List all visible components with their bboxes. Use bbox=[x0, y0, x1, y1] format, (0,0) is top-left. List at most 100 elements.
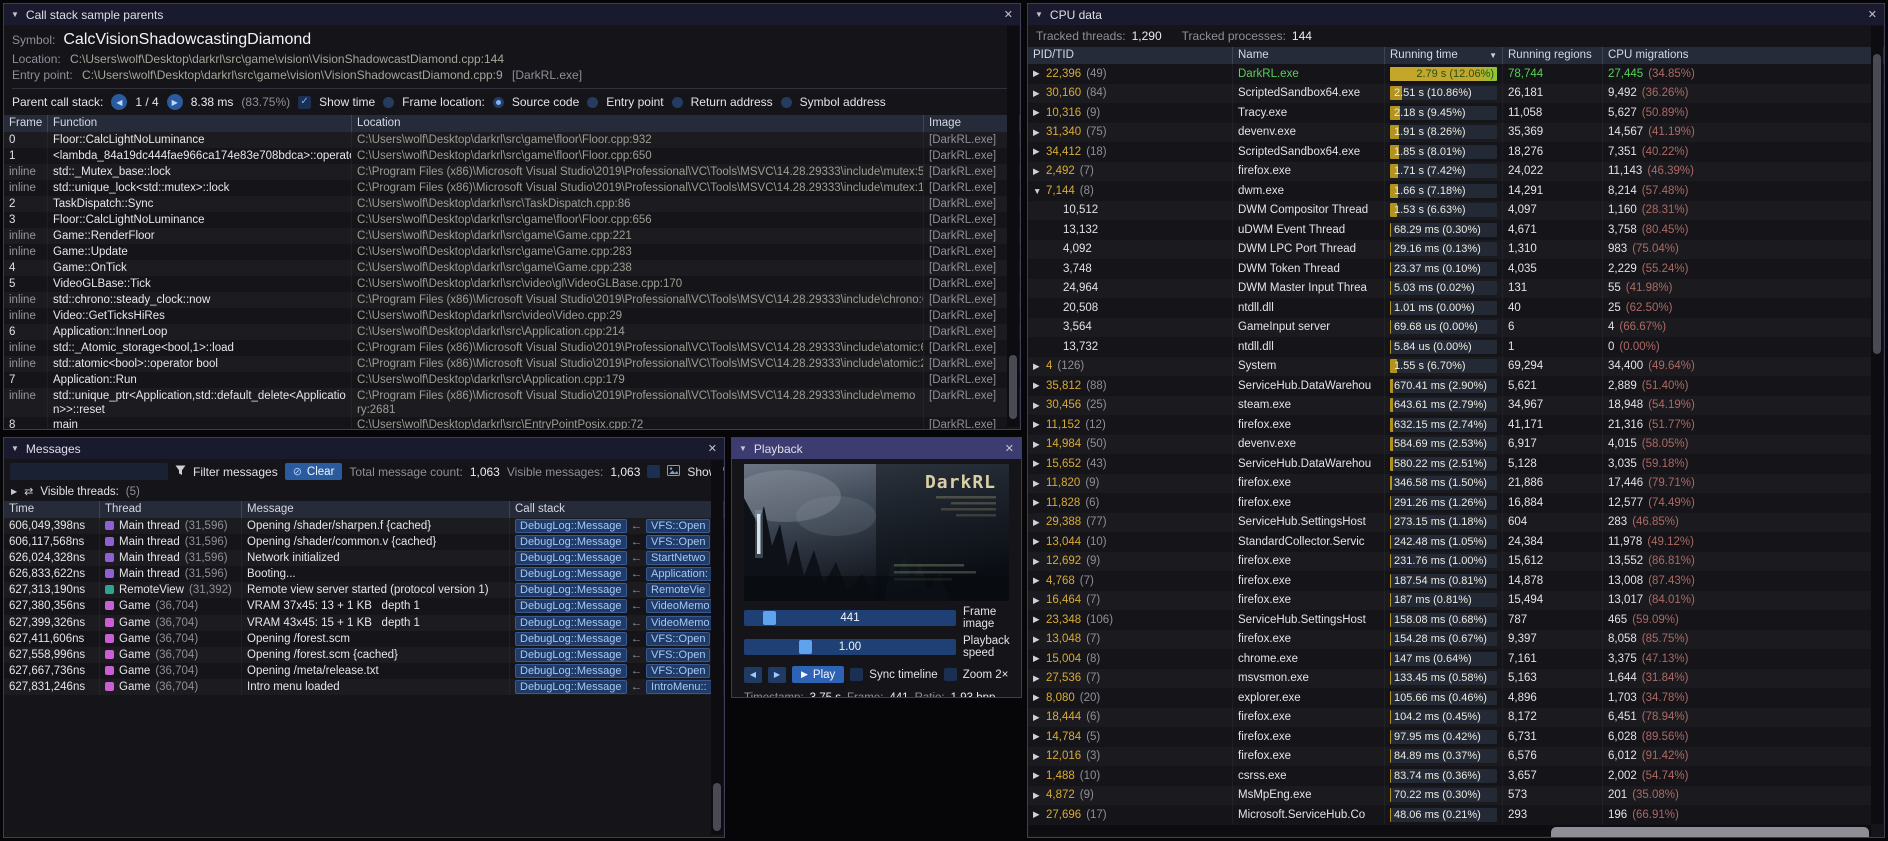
expand-icon[interactable]: ▶ bbox=[1033, 127, 1046, 138]
cpu-process-row[interactable]: ▶ 10,316 (9) Tracy.exe 2.18 s (9.45%) 11… bbox=[1028, 103, 1884, 123]
column-location[interactable]: Location bbox=[352, 115, 924, 132]
message-row[interactable]: 627,399,326ns Game(36,704) VRAM 43x45: 1… bbox=[4, 615, 724, 631]
cpu-vertical-scrollbar[interactable] bbox=[1871, 26, 1883, 824]
cpu-process-row[interactable]: ▶ 4 (126) System 1.55 s (6.70%) 69,294 3… bbox=[1028, 357, 1884, 377]
expand-icon[interactable]: ▶ bbox=[1033, 692, 1046, 703]
column-cpu-migrations[interactable]: CPU migrations bbox=[1603, 47, 1884, 64]
close-icon[interactable]: ✕ bbox=[1005, 442, 1014, 455]
cpu-process-row[interactable]: ▶ 14,784 (5) firefox.exe 97.95 ms (0.42%… bbox=[1028, 727, 1884, 747]
callstack-frame-pill[interactable]: DebugLog::Message bbox=[515, 648, 627, 662]
callstack-frame-row[interactable]: inline std::unique_ptr<Application,std::… bbox=[4, 388, 1020, 417]
column-image[interactable]: Image bbox=[924, 115, 1020, 132]
callstack-frame-pill[interactable]: DebugLog::Message bbox=[515, 567, 627, 581]
cpu-horizontal-scrollbar[interactable] bbox=[1029, 825, 1871, 836]
callstack-frame-row[interactable]: 0 Floor::CalcLightNoLuminance C:\Users\w… bbox=[4, 132, 1020, 148]
cpu-process-row[interactable]: ▶ 8,080 (20) explorer.exe 105.66 ms (0.4… bbox=[1028, 688, 1884, 708]
message-row[interactable]: 627,380,356ns Game(36,704) VRAM 37x45: 1… bbox=[4, 598, 724, 614]
cpu-process-row[interactable]: ▶ 11,828 (6) firefox.exe 291.26 ms (1.26… bbox=[1028, 493, 1884, 513]
callstack-frame-pill[interactable]: VideoMemo bbox=[646, 616, 715, 630]
callstack-frame-pill[interactable]: VFS::Open bbox=[646, 632, 710, 646]
callstack-frame-pill[interactable]: DebugLog::Message bbox=[515, 519, 627, 533]
prev-callstack-button[interactable]: ◀ bbox=[111, 94, 127, 110]
callstack-frame-row[interactable]: inline std::unique_lock<std::mutex>::loc… bbox=[4, 180, 1020, 196]
cpu-process-row[interactable]: ▶ 4,768 (7) firefox.exe 187.54 ms (0.81%… bbox=[1028, 571, 1884, 591]
messages-scrollbar[interactable] bbox=[711, 460, 723, 835]
callstack-frame-pill[interactable]: DebugLog::Message bbox=[515, 616, 627, 630]
expand-icon[interactable]: ▶ bbox=[1033, 790, 1046, 801]
cpu-process-row[interactable]: 3,748 DWM Token Thread 23.37 ms (0.10%) … bbox=[1028, 259, 1884, 279]
callstack-scrollbar[interactable] bbox=[1007, 26, 1019, 427]
scrollbar-thumb[interactable] bbox=[713, 783, 721, 831]
expand-icon[interactable]: ▶ bbox=[1033, 166, 1046, 177]
callstack-frame-pill[interactable]: VFS::Open bbox=[646, 648, 710, 662]
callstack-frame-pill[interactable]: Application: bbox=[646, 567, 713, 581]
callstack-frame-row[interactable]: inline std::_Mutex_base::lock C:\Program… bbox=[4, 164, 1020, 180]
callstack-frame-pill[interactable]: VFS::Open bbox=[646, 664, 710, 678]
callstack-frame-row[interactable]: 7 Application::Run C:\Users\wolf\Desktop… bbox=[4, 372, 1020, 388]
callstack-frame-pill[interactable]: VFS::Open bbox=[646, 535, 710, 549]
cpu-process-row[interactable]: ▶ 1,488 (10) csrss.exe 83.74 ms (0.36%) … bbox=[1028, 766, 1884, 786]
expand-icon[interactable]: ▶ bbox=[1033, 380, 1046, 391]
callstack-frame-pill[interactable]: VFS::Open bbox=[646, 519, 710, 533]
callstack-frame-row[interactable]: 4 Game::OnTick C:\Users\wolf\Desktop\dar… bbox=[4, 260, 1020, 276]
column-time[interactable]: Time bbox=[4, 501, 100, 518]
callstack-frame-row[interactable]: inline Video::GetTicksHiRes C:\Users\wol… bbox=[4, 308, 1020, 324]
clear-button[interactable]: ⊘ Clear bbox=[285, 463, 343, 480]
callstack-frame-pill[interactable]: StartNetwo bbox=[646, 551, 710, 565]
callstack-frame-pill[interactable]: IntroMenu:: bbox=[646, 680, 712, 694]
cpu-process-row[interactable]: ▶ 30,456 (25) steam.exe 643.61 ms (2.79%… bbox=[1028, 396, 1884, 416]
close-icon[interactable]: ✕ bbox=[1868, 8, 1877, 21]
cpu-process-row[interactable]: ▼ 7,144 (8) dwm.exe 1.66 s (7.18%) 14,29… bbox=[1028, 181, 1884, 201]
cpu-process-row[interactable]: ▶ 22,396 (49) DarkRL.exe 2.79 s (12.06%)… bbox=[1028, 64, 1884, 84]
callstack-frame-row[interactable]: inline std::chrono::steady_clock::now C:… bbox=[4, 292, 1020, 308]
cpu-process-row[interactable]: ▶ 23,348 (106) ServiceHub.SettingsHost 1… bbox=[1028, 610, 1884, 630]
callstack-frame-row[interactable]: 1 <lambda_84a19dc444fae966ca174e83e708bd… bbox=[4, 148, 1020, 164]
column-callstack[interactable]: Call stack bbox=[510, 501, 724, 518]
callstack-frame-pill[interactable]: DebugLog::Message bbox=[515, 599, 627, 613]
cpu-process-row[interactable]: ▶ 34,412 (18) ScriptedSandbox64.exe 1.85… bbox=[1028, 142, 1884, 162]
message-row[interactable]: 627,558,996ns Game(36,704) Opening /fore… bbox=[4, 647, 724, 663]
expand-icon[interactable]: ▶ bbox=[1033, 614, 1046, 625]
expand-icon[interactable]: ▶ bbox=[1033, 400, 1046, 411]
cpu-process-row[interactable]: ▶ 12,016 (3) firefox.exe 84.89 ms (0.37%… bbox=[1028, 747, 1884, 767]
cpu-process-row[interactable]: ▶ 11,152 (12) firefox.exe 632.15 ms (2.7… bbox=[1028, 415, 1884, 435]
collapse-icon[interactable]: ▼ bbox=[1035, 10, 1043, 19]
collapse-icon[interactable]: ▼ bbox=[11, 10, 19, 19]
collapse-icon[interactable]: ▼ bbox=[11, 444, 19, 453]
cpu-process-row[interactable]: 3,564 GameInput server 69.68 us (0.00%) … bbox=[1028, 318, 1884, 338]
frame-location-radio[interactable] bbox=[493, 97, 504, 108]
cpu-process-row[interactable]: ▶ 29,388 (77) ServiceHub.SettingsHost 27… bbox=[1028, 513, 1884, 533]
visible-threads-row[interactable]: ▶ ⇄ Visible threads: (5) bbox=[4, 484, 724, 501]
expand-icon[interactable]: ▶ bbox=[1033, 361, 1046, 372]
callstack-frame-row[interactable]: inline Game::RenderFloor C:\Users\wolf\D… bbox=[4, 228, 1020, 244]
expand-icon[interactable]: ▶ bbox=[1033, 439, 1046, 450]
cpu-process-row[interactable]: 4,092 DWM LPC Port Thread 29.16 ms (0.13… bbox=[1028, 240, 1884, 260]
expand-icon[interactable]: ▶ bbox=[1033, 68, 1046, 79]
message-row[interactable]: 626,833,622ns Main thread(31,596) Bootin… bbox=[4, 566, 724, 582]
frame-location-radio[interactable] bbox=[781, 97, 792, 108]
expand-icon[interactable]: ▶ bbox=[1033, 107, 1046, 118]
expand-icon[interactable]: ▶ bbox=[1033, 673, 1046, 684]
message-row[interactable]: 627,313,190ns RemoteView(31,392) Remote … bbox=[4, 582, 724, 598]
message-filter-input[interactable] bbox=[10, 463, 168, 480]
callstack-frame-row[interactable]: inline std::_Atomic_storage<bool,1>::loa… bbox=[4, 340, 1020, 356]
expand-icon[interactable]: ▶ bbox=[1033, 478, 1046, 489]
cpu-process-row[interactable]: ▶ 12,692 (9) firefox.exe 231.76 ms (1.00… bbox=[1028, 552, 1884, 572]
cpu-process-row[interactable]: ▶ 31,340 (75) devenv.exe 1.91 s (8.26%) … bbox=[1028, 123, 1884, 143]
expand-icon[interactable]: ▶ bbox=[1033, 517, 1046, 528]
expand-icon[interactable]: ▶ bbox=[1033, 595, 1046, 606]
cpu-process-row[interactable]: ▶ 14,984 (50) devenv.exe 584.69 ms (2.53… bbox=[1028, 435, 1884, 455]
cpu-process-row[interactable]: 13,132 uDWM Event Thread 68.29 ms (0.30%… bbox=[1028, 220, 1884, 240]
cpu-process-row[interactable]: ▶ 30,160 (84) ScriptedSandbox64.exe 2.51… bbox=[1028, 84, 1884, 104]
expand-icon[interactable]: ▶ bbox=[1033, 458, 1046, 469]
cpu-process-row[interactable]: ▶ 35,812 (88) ServiceHub.DataWarehou 670… bbox=[1028, 376, 1884, 396]
cpu-process-row[interactable]: ▶ 15,652 (43) ServiceHub.DataWarehou 580… bbox=[1028, 454, 1884, 474]
cpu-process-row[interactable]: ▶ 15,004 (8) chrome.exe 147 ms (0.64%) 7… bbox=[1028, 649, 1884, 669]
message-row[interactable]: 627,411,606ns Game(36,704) Opening /fore… bbox=[4, 631, 724, 647]
expand-icon[interactable]: ▶ bbox=[1033, 536, 1046, 547]
callstack-frame-row[interactable]: inline Game::Update C:\Users\wolf\Deskto… bbox=[4, 244, 1020, 260]
prev-frame-button[interactable]: ◀ bbox=[744, 667, 762, 683]
callstack-frame-pill[interactable]: DebugLog::Message bbox=[515, 632, 627, 646]
zoom-2x-checkbox[interactable] bbox=[944, 668, 957, 681]
callstack-frame-row[interactable]: 8 main C:\Users\wolf\Desktop\darkrl\src\… bbox=[4, 417, 1020, 430]
